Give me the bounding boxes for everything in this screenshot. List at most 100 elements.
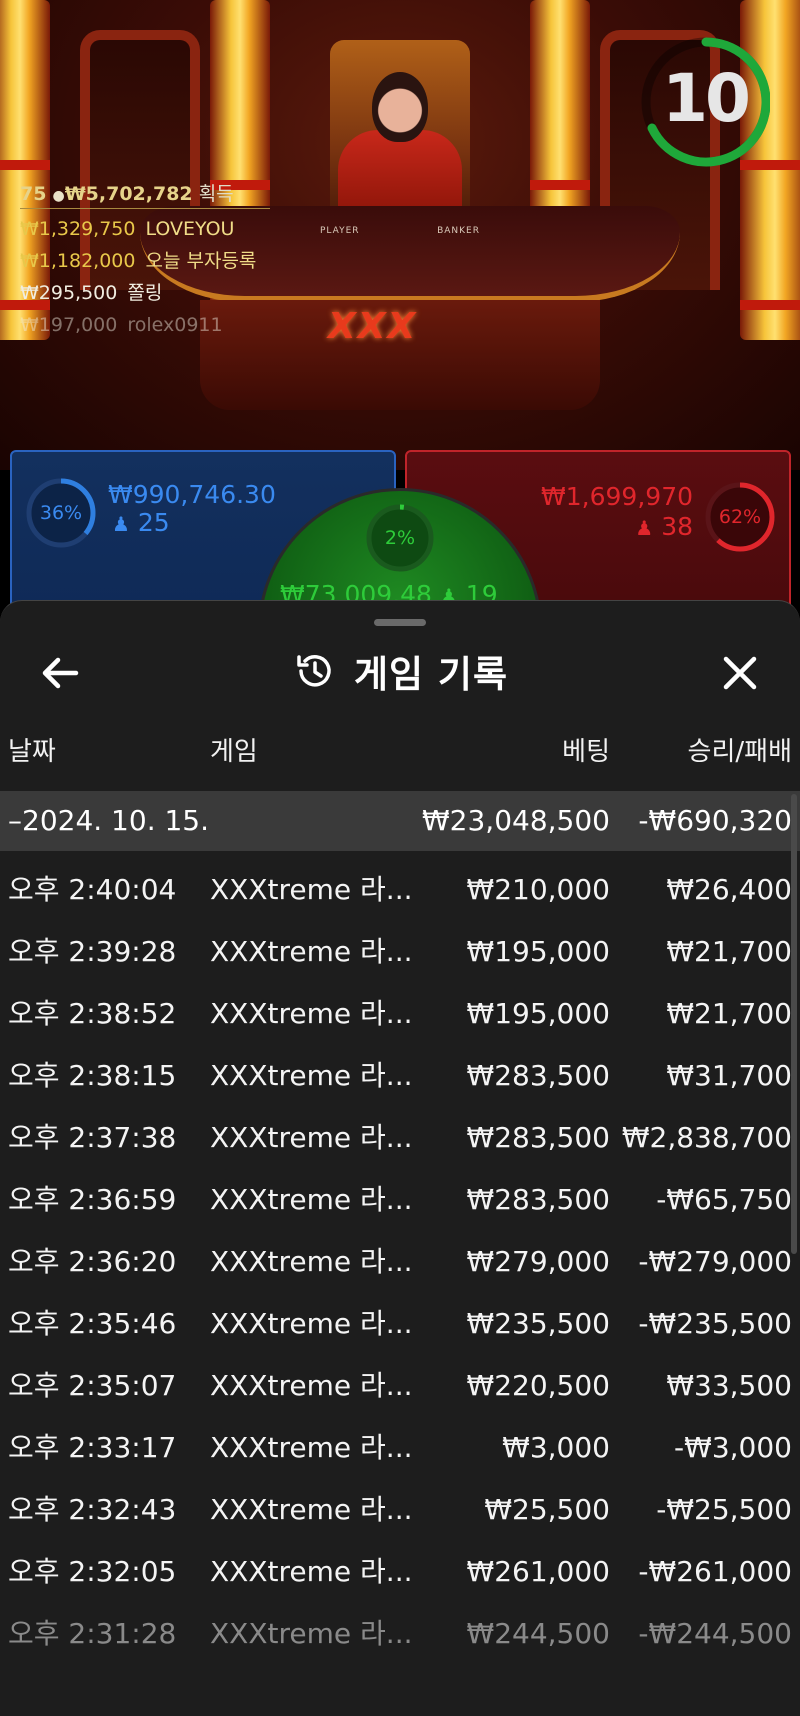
row-bet: ₩283,500	[466, 1059, 610, 1092]
row-bet: ₩3,000	[502, 1431, 610, 1464]
table-row[interactable]: 오후 2:32:05 XXXtreme 라... ₩261,000 -₩261,000	[0, 1541, 800, 1603]
table-row[interactable]: 오후 2:38:52 XXXtreme 라... ₩195,000 ₩21,700	[0, 983, 800, 1045]
player-bet-amount: ₩990,746.30	[108, 480, 276, 509]
leaderboard-entry: ₩197,000 rolex0911	[20, 309, 270, 341]
entry-name: LOVEYOU	[145, 218, 235, 240]
row-bet: ₩283,500	[466, 1121, 610, 1154]
row-result: ₩2,838,700	[621, 1121, 792, 1154]
date-group-label: –2024. 10. 15.	[8, 804, 210, 837]
close-button[interactable]	[716, 649, 764, 697]
row-bet: ₩195,000	[466, 997, 610, 1030]
leaderboard-summary: 75 ●₩5,702,782 획득	[20, 178, 270, 210]
table-row[interactable]: 오후 2:31:28 XXXtreme 라... ₩244,500 -₩244,500	[0, 1603, 800, 1665]
row-time: 오후 2:37:38	[8, 1121, 177, 1154]
row-time: 오후 2:31:28	[8, 1617, 177, 1650]
row-time: 오후 2:32:43	[8, 1493, 177, 1526]
banker-count-value: 38	[661, 512, 693, 541]
row-time: 오후 2:40:04	[8, 873, 177, 906]
row-result: ₩21,700	[666, 997, 792, 1030]
row-result: -₩244,500	[638, 1617, 792, 1650]
table-labels: PLAYER BANKER	[320, 226, 480, 236]
row-time: 오후 2:36:20	[8, 1245, 177, 1278]
row-game: XXXtreme 라...	[210, 997, 410, 1030]
user-icon: ●	[52, 188, 65, 204]
row-game: XXXtreme 라...	[210, 1369, 410, 1402]
player-bettor-count: ♟ 25	[112, 508, 170, 537]
column-header-bet: 베팅	[562, 737, 610, 767]
row-game: XXXtreme 라...	[210, 1059, 410, 1092]
column-header-result: 승리/패배	[687, 737, 792, 767]
table-row[interactable]: 오후 2:35:46 XXXtreme 라... ₩235,500 -₩235,500	[0, 1293, 800, 1355]
history-scrollbar[interactable]	[791, 794, 797, 1254]
row-bet: ₩261,000	[466, 1555, 610, 1588]
table-label-banker: BANKER	[437, 226, 480, 236]
table-logo: XXX	[328, 306, 418, 347]
date-group-result-total: -₩690,320	[638, 804, 792, 837]
entry-amount: ₩1,182,000	[20, 250, 136, 272]
row-game: XXXtreme 라...	[210, 1431, 410, 1464]
row-game: XXXtreme 라...	[210, 1617, 410, 1650]
row-bet: ₩220,500	[466, 1369, 610, 1402]
dealer-head	[372, 72, 428, 142]
banker-bettor-count: ♟ 38	[635, 512, 693, 541]
row-bet: ₩195,000	[466, 935, 610, 968]
row-game: XXXtreme 라...	[210, 1307, 410, 1340]
table-row[interactable]: 오후 2:39:28 XXXtreme 라... ₩195,000 ₩21,700	[0, 921, 800, 983]
table-row[interactable]: 오후 2:32:43 XXXtreme 라... ₩25,500 -₩25,500	[0, 1479, 800, 1541]
row-time: 오후 2:36:59	[8, 1183, 177, 1216]
row-game: XXXtreme 라...	[210, 1121, 410, 1154]
row-game: XXXtreme 라...	[210, 1183, 410, 1216]
row-result: -₩261,000	[638, 1555, 792, 1588]
row-time: 오후 2:38:15	[8, 1059, 177, 1092]
row-result: -₩279,000	[638, 1245, 792, 1278]
row-time: 오후 2:33:17	[8, 1431, 177, 1464]
user-icon: ♟	[112, 512, 130, 536]
row-game: XXXtreme 라...	[210, 873, 410, 906]
table-label-player: PLAYER	[320, 226, 360, 236]
history-table-header: 날짜 게임 베팅 승리/패배	[0, 731, 800, 771]
banker-percent: 62%	[718, 506, 762, 528]
close-icon	[723, 656, 757, 690]
banker-bet-amount: ₩1,699,970	[541, 482, 693, 511]
leaderboard-entry: ₩1,182,000 오늘 부자등록	[20, 245, 270, 277]
row-result: -₩25,500	[656, 1493, 792, 1526]
row-time: 오후 2:35:46	[8, 1307, 177, 1340]
row-time: 오후 2:35:07	[8, 1369, 177, 1402]
entry-name: 오늘 부자등록	[145, 250, 257, 272]
date-group-bet-total: ₩23,048,500	[421, 804, 610, 837]
sheet-drag-handle[interactable]	[374, 619, 426, 626]
row-result: -₩3,000	[674, 1431, 792, 1464]
table-row[interactable]: 오후 2:36:20 XXXtreme 라... ₩279,000 -₩279,000	[0, 1231, 800, 1293]
row-time: 오후 2:38:52	[8, 997, 177, 1030]
sheet-title: 게임 기록	[353, 653, 509, 696]
row-bet: ₩235,500	[466, 1307, 610, 1340]
winner-count: 75	[20, 183, 47, 205]
row-time: 오후 2:32:05	[8, 1555, 177, 1588]
table-row[interactable]: 오후 2:38:15 XXXtreme 라... ₩283,500 ₩31,700	[0, 1045, 800, 1107]
row-bet: ₩283,500	[466, 1183, 610, 1216]
row-bet: ₩244,500	[466, 1617, 610, 1650]
row-result: ₩21,700	[666, 935, 792, 968]
table-row[interactable]: 오후 2:40:04 XXXtreme 라... ₩210,000 ₩26,400	[0, 859, 800, 921]
row-result: ₩26,400	[666, 873, 792, 906]
row-game: XXXtreme 라...	[210, 1245, 410, 1278]
countdown-timer-value: 10	[662, 60, 751, 137]
sheet-header: 게임 기록	[0, 641, 800, 701]
row-result: ₩31,700	[666, 1059, 792, 1092]
table-row[interactable]: 오후 2:37:38 XXXtreme 라... ₩283,500 ₩2,838,70…	[0, 1107, 800, 1169]
date-group-row[interactable]: –2024. 10. 15. ₩23,048,500 -₩690,320	[0, 791, 800, 851]
table-row[interactable]: 오후 2:33:17 XXXtreme 라... ₩3,000 -₩3,000	[0, 1417, 800, 1479]
table-row[interactable]: 오후 2:35:07 XXXtreme 라... ₩220,500 ₩33,500	[0, 1355, 800, 1417]
entry-amount: ₩295,500	[20, 282, 118, 304]
row-bet: ₩25,500	[484, 1493, 610, 1526]
leaderboard-entry: ₩295,500 쫄링	[20, 277, 270, 309]
total-won-suffix: 획득	[198, 183, 234, 205]
history-rows: 오후 2:40:04 XXXtreme 라... ₩210,000 ₩26,400 오…	[0, 859, 800, 1665]
player-percent: 36%	[39, 502, 83, 524]
row-result: -₩65,750	[656, 1183, 792, 1216]
row-game: XXXtreme 라...	[210, 935, 410, 968]
player-count-value: 25	[137, 508, 170, 537]
table-row[interactable]: 오후 2:36:59 XXXtreme 라... ₩283,500 -₩65,750	[0, 1169, 800, 1231]
row-game: XXXtreme 라...	[210, 1493, 410, 1526]
row-bet: ₩279,000	[466, 1245, 610, 1278]
